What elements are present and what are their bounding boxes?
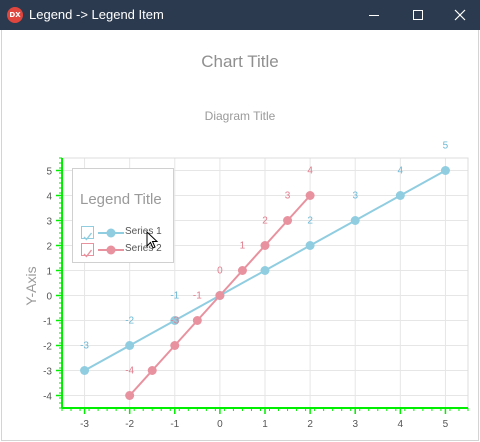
y-tick-label: 4 [46, 192, 52, 203]
x-tick-label: 5 [443, 419, 449, 430]
series-1-data-label: 5 [443, 141, 449, 152]
x-tick-label: 1 [262, 419, 268, 430]
series-2-point [192, 316, 202, 325]
y-tick-label: -1 [43, 317, 52, 328]
series-2-point [215, 291, 225, 300]
x-tick-label: 2 [307, 419, 313, 430]
series-1-data-label: -1 [170, 291, 179, 302]
series-2-data-label: 3 [285, 191, 291, 202]
series-2-point [283, 216, 293, 225]
series-1-point [350, 216, 360, 225]
series-1-data-label: 2 [307, 216, 313, 227]
series-1-data-label: -3 [80, 341, 89, 352]
x-tick-label: -3 [80, 419, 89, 430]
series-2-data-label: -3 [170, 316, 179, 327]
y-tick-label: 0 [46, 292, 52, 303]
legend-checkbox-series-1[interactable] [81, 226, 94, 241]
y-axis-title: Y-Axis [23, 266, 39, 305]
series-1-data-label: 4 [398, 166, 404, 177]
y-tick-label: -4 [43, 392, 52, 403]
x-tick-label: -1 [170, 419, 179, 430]
series-1-data-label: 3 [352, 191, 358, 202]
y-tick-label: 5 [46, 167, 52, 178]
series-2-data-label: -4 [125, 366, 134, 377]
series-2-point [125, 391, 135, 400]
series-1-point [440, 166, 450, 175]
series-1-point [260, 266, 270, 275]
series-1-data-label: -2 [125, 316, 134, 327]
legend-title: Legend Title [80, 191, 162, 208]
series-2-point [147, 366, 157, 375]
x-tick-label: 3 [352, 419, 358, 430]
x-tick-label: 4 [398, 419, 404, 430]
series-2-point [237, 266, 247, 275]
legend-checkbox-series-2[interactable] [81, 243, 94, 258]
series-2-data-label: 2 [262, 216, 268, 227]
y-tick-label: 3 [46, 217, 52, 228]
x-tick-label: 0 [217, 419, 223, 430]
series-2-data-label: 1 [240, 241, 246, 252]
series-1-point [305, 241, 315, 250]
y-tick-label: -2 [43, 342, 52, 353]
y-tick-label: 2 [46, 242, 52, 253]
series-1-point [125, 341, 135, 350]
series-2-data-label: 4 [307, 166, 313, 177]
y-tick-label: 1 [46, 267, 52, 278]
y-tick-label: -3 [43, 367, 52, 378]
check-icon [83, 249, 93, 258]
series-1-point [395, 191, 405, 200]
series-2-point [305, 191, 315, 200]
check-icon [83, 232, 93, 241]
series-2-data-label: 0 [217, 266, 223, 277]
series-2-marker-icon [98, 245, 124, 255]
series-2-data-label: -1 [193, 291, 202, 302]
series-2-point [260, 241, 270, 250]
series-1-marker-icon [98, 228, 124, 238]
series-2-point [170, 341, 180, 350]
series-1-point [80, 366, 90, 375]
x-tick-label: -2 [125, 419, 134, 430]
mouse-pointer-icon [146, 231, 159, 249]
